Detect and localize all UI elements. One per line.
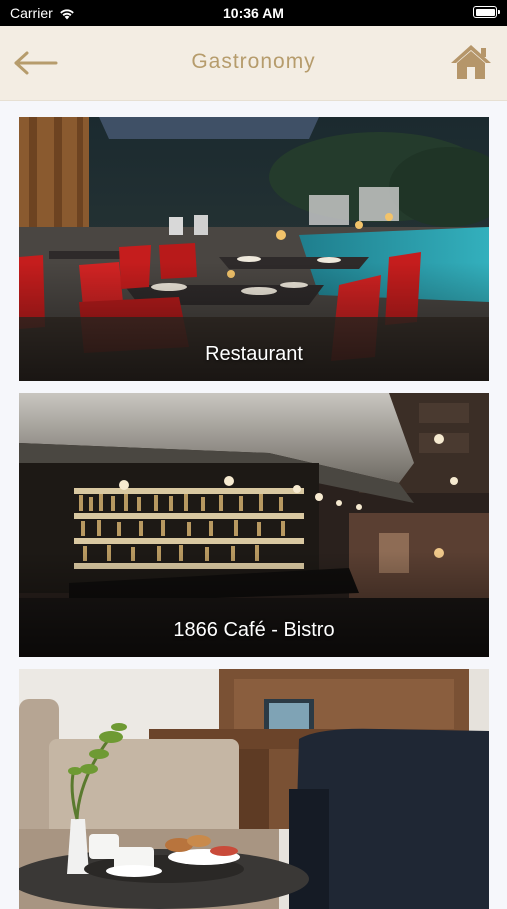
status-bar: Carrier 10:36 AM (0, 0, 507, 26)
venue-title: Restaurant (205, 343, 303, 365)
venue-card-cafe-bistro[interactable]: 1866 Café - Bistro (19, 393, 489, 657)
home-button[interactable] (449, 42, 493, 82)
battery-icon (473, 6, 500, 18)
cafe-bistro-photo (19, 393, 489, 657)
home-icon (451, 45, 491, 79)
page-title: Gastronomy (191, 50, 316, 73)
venue-card-lounge[interactable] (19, 669, 489, 909)
clock: 10:36 AM (223, 5, 284, 21)
venue-card-restaurant[interactable]: Restaurant (19, 117, 489, 381)
navigation-bar: Gastronomy (0, 26, 507, 101)
venue-title: 1866 Café - Bistro (173, 619, 335, 641)
lounge-photo (19, 669, 489, 909)
restaurant-photo (19, 117, 489, 381)
back-button[interactable] (10, 46, 60, 80)
arrow-left-icon (14, 51, 58, 75)
